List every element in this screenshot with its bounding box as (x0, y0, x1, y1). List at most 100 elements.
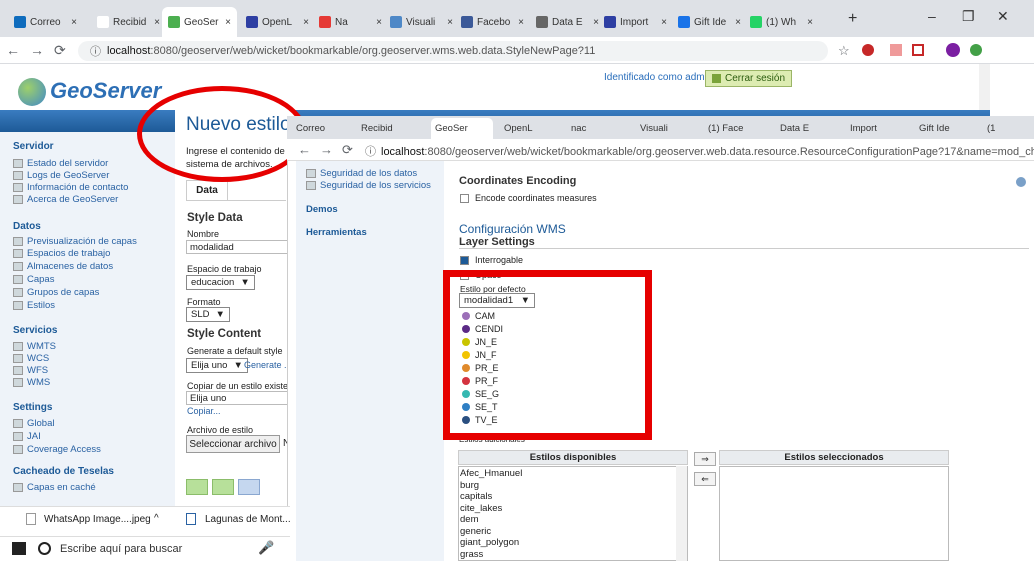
close-tab-icon[interactable]: × (154, 17, 160, 28)
close-tab-icon[interactable]: × (447, 17, 453, 28)
sidebar-item-wcs[interactable]: WCS (13, 353, 49, 364)
close-tab-icon[interactable]: × (661, 17, 667, 28)
download-item-1[interactable]: WhatsApp Image....jpeg (44, 514, 151, 525)
minimize-icon[interactable]: – (928, 8, 936, 24)
browser-tab[interactable]: Gift Ide × (672, 7, 747, 37)
close-tab-icon[interactable]: × (376, 17, 382, 28)
browser-tab[interactable]: Facebo × (455, 7, 530, 37)
browser-tab[interactable]: (1) Wh × (744, 7, 819, 37)
list-item[interactable]: Afec_Hmanuel (460, 468, 522, 479)
sidebar-item-layers[interactable]: Capas (13, 274, 54, 285)
encode-coords-checkbox[interactable]: Encode coordinates measures (460, 193, 597, 203)
sidebar-item-layer-groups[interactable]: Grupos de capas (13, 287, 99, 298)
browser-tab[interactable]: OpenL × (240, 7, 315, 37)
overlay-tab[interactable]: Recibid (357, 118, 419, 139)
sidebar-item-layer-preview[interactable]: Previsualización de capas (13, 236, 137, 247)
forward-icon[interactable]: → (30, 42, 44, 58)
list-item[interactable]: giant_polygon (460, 537, 519, 548)
back-icon[interactable]: ← (6, 42, 20, 58)
copy-select[interactable]: Elija uno (186, 391, 288, 405)
maximize-icon[interactable]: ❐ (962, 8, 975, 25)
redo-button[interactable] (212, 479, 234, 495)
sidebar-item-workspaces[interactable]: Espacios de trabajo (13, 248, 110, 259)
browser-tab[interactable]: Recibid × (91, 7, 166, 37)
star-icon[interactable]: ☆ (838, 43, 850, 59)
close-tab-icon[interactable]: × (735, 17, 741, 28)
close-tab-icon[interactable]: × (518, 17, 524, 28)
url-input[interactable]: ⓘ localhost :8080/geoserver/web/wicket/b… (78, 41, 828, 61)
logout-button[interactable]: Cerrar sesión (705, 70, 793, 87)
image-button[interactable] (238, 479, 260, 495)
overlay-item-service-security[interactable]: Seguridad de los servicios (306, 180, 431, 191)
queryable-checkbox[interactable]: Interrogable (460, 255, 523, 265)
close-window-icon[interactable]: ✕ (997, 8, 1009, 25)
overlay-reload-icon[interactable]: ⟳ (342, 142, 353, 158)
download-item-2[interactable]: Lagunas de Mont... (205, 514, 291, 525)
close-tab-icon[interactable]: × (807, 17, 813, 28)
overlay-forward-icon[interactable]: → (320, 142, 333, 157)
extension-green-icon[interactable] (970, 44, 982, 56)
sidebar-item-coverage[interactable]: Coverage Access (13, 444, 101, 455)
avatar[interactable] (946, 43, 960, 57)
name-input[interactable]: modalidad (186, 240, 288, 254)
extension-icon[interactable] (890, 44, 902, 56)
browser-tab[interactable]: Correo × (8, 7, 83, 37)
add-style-button[interactable]: ⇒ (694, 452, 716, 466)
scrollbar[interactable] (979, 64, 990, 112)
overlay-tab[interactable]: OpenL (500, 118, 562, 139)
list-item[interactable]: burg (460, 480, 479, 491)
overlay-tab[interactable]: (1 (983, 118, 1033, 139)
close-tab-icon[interactable]: × (303, 17, 309, 28)
sidebar-item-server-status[interactable]: Estado del servidor (13, 158, 108, 169)
overlay-tab[interactable]: (1) Face (704, 118, 766, 139)
workspace-select[interactable]: educacion ▼ (186, 275, 255, 290)
close-tab-icon[interactable]: × (225, 17, 231, 28)
overlay-tab[interactable]: Visuali (636, 118, 698, 139)
sidebar-item-styles[interactable]: Estilos (13, 300, 55, 311)
list-item[interactable]: grass (460, 549, 483, 560)
format-select[interactable]: SLD ▼ (186, 307, 230, 322)
overlay-item-data-security[interactable]: Seguridad de los datos (306, 168, 417, 179)
overlay-tab[interactable]: GeoSer (431, 118, 493, 139)
undo-button[interactable] (186, 479, 208, 495)
windows-start-icon[interactable] (12, 542, 26, 555)
sidebar-item-about[interactable]: Acerca de GeoServer (13, 194, 118, 205)
geoserver-logo[interactable]: GeoServer (18, 78, 161, 107)
chevron-up-icon[interactable]: ^ (154, 513, 159, 524)
list-item[interactable]: dem (460, 514, 478, 525)
reload-icon[interactable]: ⟳ (54, 42, 66, 59)
overlay-tab[interactable]: Gift Ide (915, 118, 977, 139)
browser-tab[interactable]: Data E × (530, 7, 605, 37)
generate-select[interactable]: Elija uno ▼ (186, 358, 248, 373)
overlay-url[interactable]: ⓘ localhost:8080/geoserver/web/wicket/boo… (365, 143, 1034, 159)
tab-data[interactable]: Data (186, 180, 228, 200)
sidebar-item-stores[interactable]: Almacenes de datos (13, 261, 113, 272)
remove-style-button[interactable]: ⇐ (694, 472, 716, 486)
browser-tab[interactable]: Visuali × (384, 7, 459, 37)
overlay-section-tools[interactable]: Herramientas (306, 227, 367, 238)
microphone-icon[interactable]: 🎤 (258, 540, 274, 556)
overlay-back-icon[interactable]: ← (298, 142, 311, 157)
sidebar-item-wmts[interactable]: WMTS (13, 341, 56, 352)
selected-styles-list[interactable] (719, 466, 949, 561)
overlay-tab[interactable]: Correo (292, 118, 354, 139)
generate-link[interactable]: Generate ... (244, 360, 288, 370)
list-item[interactable]: capitals (460, 491, 492, 502)
sidebar-item-cached-layers[interactable]: Capas en caché (13, 482, 96, 493)
sidebar-item-global[interactable]: Global (13, 418, 54, 429)
copy-link[interactable]: Copiar... (187, 406, 221, 416)
browser-tab[interactable]: Na × (313, 7, 388, 37)
close-tab-icon[interactable]: × (71, 17, 77, 28)
pocket-icon[interactable] (912, 44, 924, 56)
sidebar-item-contact[interactable]: Información de contacto (13, 182, 128, 193)
overlay-tab[interactable]: nac (567, 118, 629, 139)
sidebar-item-wfs[interactable]: WFS (13, 365, 48, 376)
sidebar-item-jai[interactable]: JAI (13, 431, 41, 442)
overlay-tab[interactable]: Import (846, 118, 908, 139)
sidebar-item-logs[interactable]: Logs de GeoServer (13, 170, 109, 181)
help-icon[interactable] (1016, 177, 1026, 187)
overlay-section-demos[interactable]: Demos (306, 204, 338, 215)
taskbar-search[interactable]: Escribe aquí para buscar (60, 543, 182, 555)
list-scrollbar[interactable] (676, 466, 687, 561)
browser-tab[interactable]: GeoSer × (162, 7, 237, 37)
